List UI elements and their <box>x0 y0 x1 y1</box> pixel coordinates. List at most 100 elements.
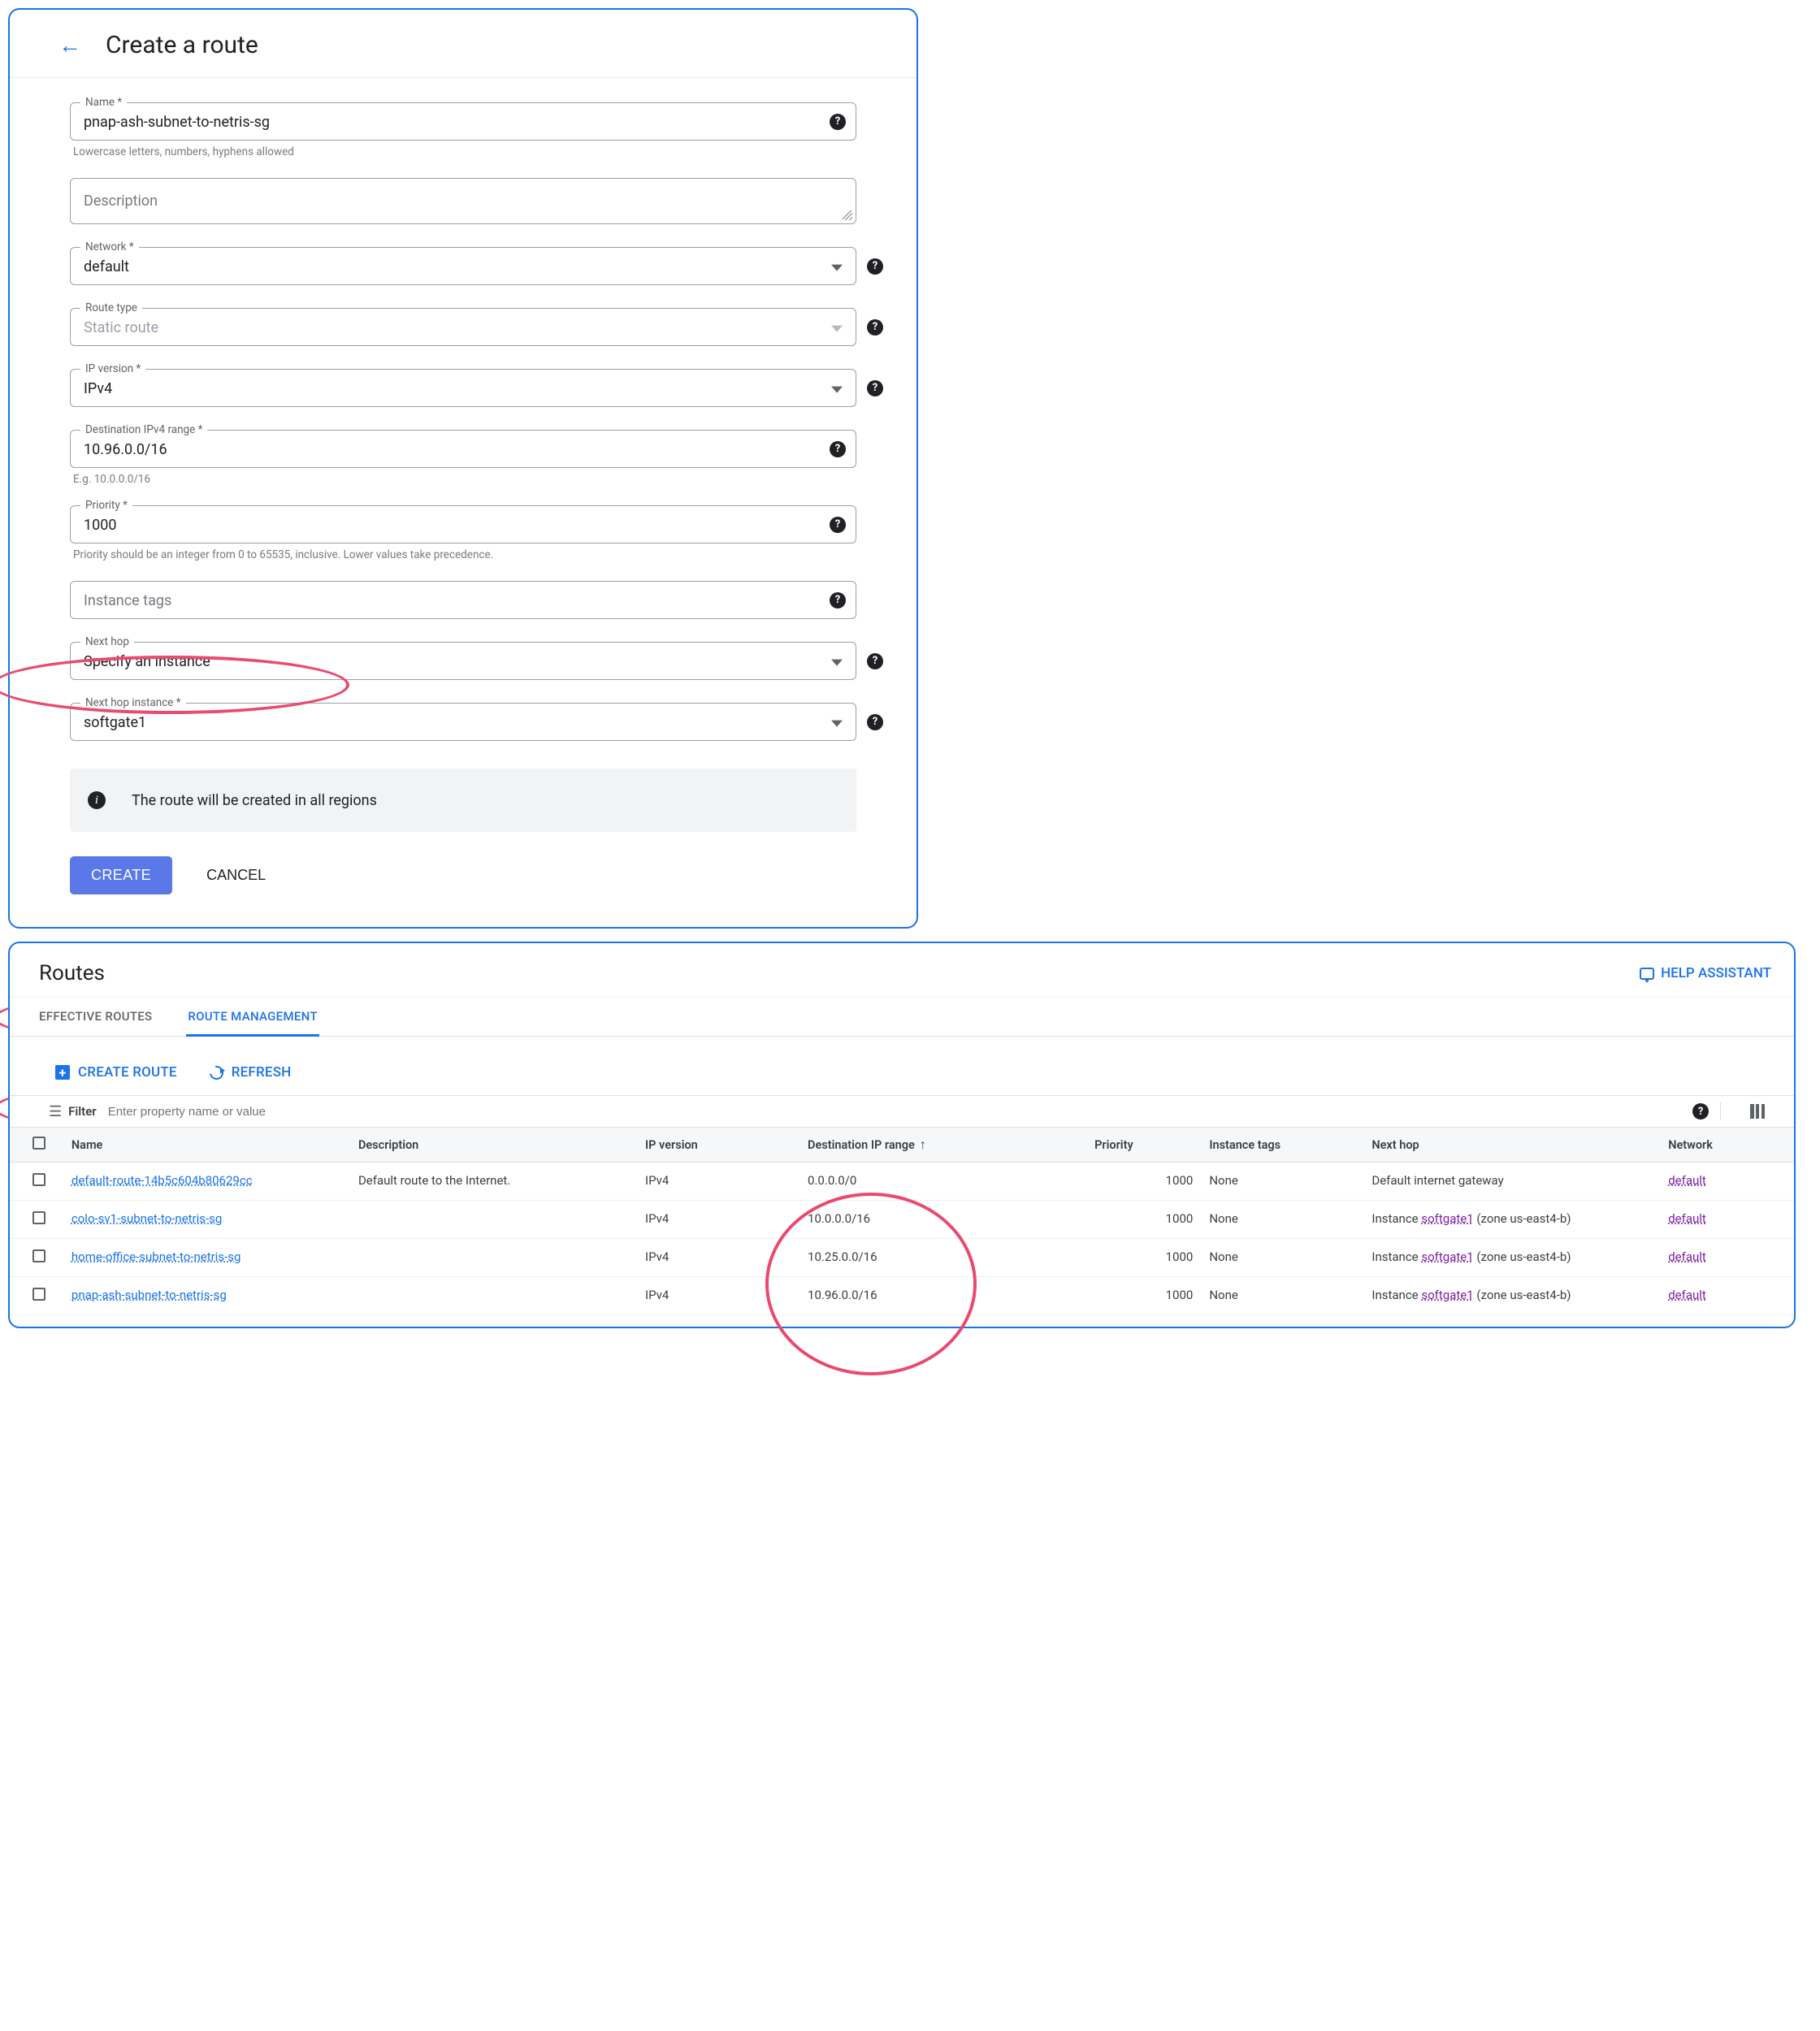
columns-icon[interactable] <box>1750 1104 1765 1119</box>
instance-tags-input[interactable]: Instance tags ? <box>70 581 856 619</box>
help-assistant-label: HELP ASSISTANT <box>1661 965 1771 981</box>
next-hop-instance-link[interactable]: softgate1 <box>1421 1249 1473 1264</box>
create-route-button[interactable]: + CREATE ROUTE <box>55 1064 177 1080</box>
network-link[interactable]: default <box>1668 1173 1706 1188</box>
route-type-select: Route type Static route ? <box>70 308 856 346</box>
divider <box>1720 1102 1721 1120</box>
description-placeholder: Description <box>84 193 158 210</box>
help-icon[interactable]: ? <box>867 319 883 336</box>
page-title: Create a route <box>106 31 258 59</box>
route-name-link[interactable]: home-office-subnet-to-netris-sg <box>72 1249 241 1264</box>
next-hop-instance-value: softgate1 <box>84 714 146 731</box>
help-icon[interactable]: ? <box>867 258 883 275</box>
row-priority: 1000 <box>1086 1201 1201 1239</box>
row-instance-tags: None <box>1201 1201 1363 1239</box>
network-value: default <box>84 258 129 275</box>
chat-icon <box>1640 968 1654 980</box>
help-assistant-button[interactable]: HELP ASSISTANT <box>1640 965 1771 981</box>
ip-version-select[interactable]: IP version * IPv4 ? <box>70 369 856 407</box>
row-priority: 1000 <box>1086 1239 1201 1277</box>
col-ip-version[interactable]: IP version <box>637 1128 800 1163</box>
routes-panel: Routes HELP ASSISTANT EFFECTIVE ROUTES R… <box>8 942 1796 1328</box>
name-hint: Lowercase letters, numbers, hyphens allo… <box>73 145 853 158</box>
next-hop-select[interactable]: Next hop Specify an instance ? <box>70 642 856 680</box>
instance-tags-placeholder: Instance tags <box>84 592 171 609</box>
resize-handle-icon[interactable] <box>843 210 852 220</box>
help-icon[interactable]: ? <box>1692 1103 1709 1119</box>
row-checkbox[interactable] <box>32 1288 46 1301</box>
help-icon[interactable]: ? <box>867 714 883 730</box>
row-instance-tags: None <box>1201 1239 1363 1277</box>
col-destination[interactable]: Destination IP range↑ <box>800 1128 1086 1163</box>
next-hop-instance-label: Next hop instance * <box>80 696 186 709</box>
next-hop-instance-select[interactable]: Next hop instance * softgate1 ? <box>70 703 856 741</box>
chevron-down-icon <box>831 325 843 331</box>
help-icon[interactable]: ? <box>830 592 846 608</box>
row-destination: 10.25.0.0/16 <box>800 1239 1086 1277</box>
route-type-label: Route type <box>80 301 142 314</box>
network-link[interactable]: default <box>1668 1288 1706 1302</box>
col-network[interactable]: Network <box>1660 1128 1794 1163</box>
chevron-down-icon <box>831 659 843 665</box>
row-checkbox[interactable] <box>32 1173 46 1186</box>
next-hop-value: Specify an instance <box>84 653 210 670</box>
back-arrow-icon[interactable]: ← <box>58 40 81 51</box>
priority-input[interactable]: Priority * 1000 ? <box>70 505 856 543</box>
ip-version-label: IP version * <box>80 362 145 375</box>
create-button[interactable]: CREATE <box>70 856 172 894</box>
col-priority[interactable]: Priority <box>1086 1128 1201 1163</box>
route-name-link[interactable]: colo-sv1-subnet-to-netris-sg <box>72 1211 222 1226</box>
next-hop-label: Next hop <box>80 635 134 648</box>
tab-effective-routes[interactable]: EFFECTIVE ROUTES <box>37 998 154 1036</box>
row-checkbox[interactable] <box>32 1249 46 1262</box>
help-icon[interactable]: ? <box>867 653 883 669</box>
select-all-checkbox[interactable] <box>32 1137 46 1150</box>
help-icon[interactable]: ? <box>867 380 883 396</box>
row-checkbox[interactable] <box>32 1211 46 1224</box>
description-input[interactable]: Description <box>70 178 856 224</box>
table-row: colo-sv1-subnet-to-netris-sgIPv410.0.0.0… <box>10 1201 1794 1239</box>
row-priority: 1000 <box>1086 1163 1201 1201</box>
refresh-icon <box>206 1063 226 1082</box>
network-link[interactable]: default <box>1668 1249 1706 1264</box>
info-text: The route will be created in all regions <box>132 792 377 809</box>
row-priority: 1000 <box>1086 1277 1201 1315</box>
refresh-button[interactable]: REFRESH <box>210 1064 292 1080</box>
row-next-hop: Instance softgate1 (zone us-east4-b) <box>1363 1201 1660 1239</box>
routes-table: Name Description IP version Destination … <box>10 1128 1794 1315</box>
row-next-hop: Default internet gateway <box>1363 1163 1660 1201</box>
priority-hint: Priority should be an integer from 0 to … <box>73 548 853 561</box>
col-next-hop[interactable]: Next hop <box>1363 1128 1660 1163</box>
plus-icon: + <box>55 1065 70 1080</box>
row-destination: 10.96.0.0/16 <box>800 1277 1086 1315</box>
tab-route-management[interactable]: ROUTE MANAGEMENT <box>186 998 318 1037</box>
next-hop-instance-link[interactable]: softgate1 <box>1421 1288 1473 1302</box>
create-route-label: CREATE ROUTE <box>78 1064 177 1080</box>
ip-version-value: IPv4 <box>84 380 112 397</box>
next-hop-instance-link[interactable]: softgate1 <box>1421 1211 1473 1226</box>
destination-range-label: Destination IPv4 range * <box>80 423 207 436</box>
col-instance-tags[interactable]: Instance tags <box>1201 1128 1363 1163</box>
network-select[interactable]: Network * default ? <box>70 247 856 285</box>
route-name-link[interactable]: pnap-ash-subnet-to-netris-sg <box>72 1288 227 1302</box>
name-input[interactable]: Name * pnap-ash-subnet-to-netris-sg ? <box>70 102 856 141</box>
help-icon[interactable]: ? <box>830 517 846 533</box>
routes-title: Routes <box>39 961 105 985</box>
filter-input[interactable] <box>106 1104 1683 1119</box>
tabs: EFFECTIVE ROUTES ROUTE MANAGEMENT <box>10 998 1794 1037</box>
col-description[interactable]: Description <box>350 1128 637 1163</box>
help-icon[interactable]: ? <box>830 114 846 130</box>
route-name-link[interactable]: default-route-14b5c604b80629cc <box>72 1173 253 1188</box>
row-next-hop: Instance softgate1 (zone us-east4-b) <box>1363 1277 1660 1315</box>
priority-value: 1000 <box>84 517 116 534</box>
network-link[interactable]: default <box>1668 1211 1706 1226</box>
row-ip-version: IPv4 <box>637 1163 800 1201</box>
row-description: Default route to the Internet. <box>350 1163 637 1201</box>
table-row: home-office-subnet-to-netris-sgIPv410.25… <box>10 1239 1794 1277</box>
filter-icon: ☰ <box>49 1103 62 1120</box>
info-icon: i <box>88 791 106 809</box>
destination-range-input[interactable]: Destination IPv4 range * 10.96.0.0/16 ? <box>70 430 856 468</box>
help-icon[interactable]: ? <box>830 441 846 457</box>
col-name[interactable]: Name <box>63 1128 350 1163</box>
cancel-button[interactable]: CANCEL <box>202 866 271 885</box>
